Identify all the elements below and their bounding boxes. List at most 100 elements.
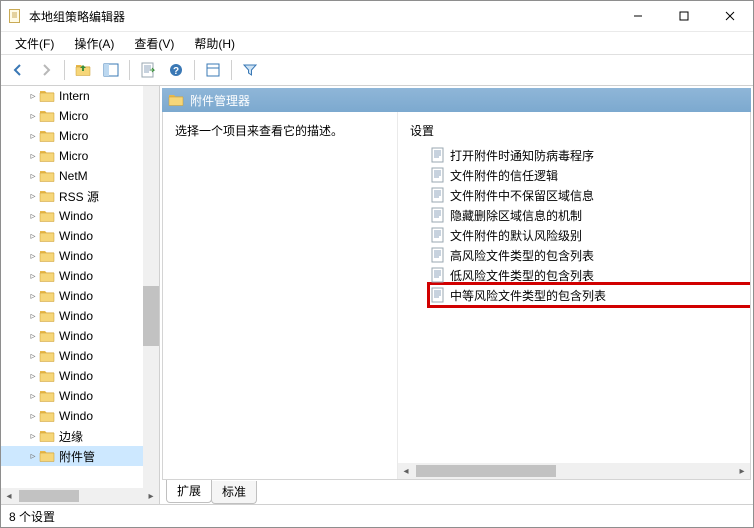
status-bar: 8 个设置 [1, 505, 753, 527]
menu-action[interactable]: 操作(A) [64, 33, 124, 54]
scroll-left-button[interactable]: ◂ [1, 488, 17, 504]
setting-item[interactable]: 文件附件中不保留区域信息 [430, 185, 750, 205]
expand-icon[interactable]: ▹ [27, 231, 39, 242]
settings-column-header[interactable]: 设置 [398, 112, 750, 145]
scroll-left-button[interactable]: ◂ [398, 463, 414, 479]
policy-icon [430, 187, 446, 203]
settings-list: 打开附件时通知防病毒程序文件附件的信任逻辑文件附件中不保留区域信息隐藏删除区域信… [398, 145, 750, 463]
setting-item[interactable]: 文件附件的信任逻辑 [430, 165, 750, 185]
folder-icon [39, 229, 55, 243]
tree-item[interactable]: ▹Windo [1, 246, 143, 266]
tree-item[interactable]: ▹ Windo [1, 326, 143, 346]
setting-item[interactable]: 高风险文件类型的包含列表 [430, 245, 750, 265]
close-button[interactable] [707, 1, 753, 31]
policy-icon [430, 167, 446, 183]
policy-icon [430, 287, 446, 303]
folder-icon [39, 329, 55, 343]
tree-item[interactable]: ▹Windo [1, 346, 143, 366]
folder-icon [39, 449, 55, 463]
expand-icon[interactable]: ▹ [27, 351, 39, 362]
content-top: 附件管理器 选择一个项目来查看它的描述。 设置 打开附件时通知防病毒程序文件附件… [160, 86, 753, 482]
tree-item[interactable]: ▹NetM [1, 166, 143, 186]
scroll-right-button[interactable]: ▸ [143, 488, 159, 504]
nav-back-button[interactable] [5, 57, 31, 83]
setting-item[interactable]: 文件附件的默认风险级别 [430, 225, 750, 245]
export-list-button[interactable] [135, 57, 161, 83]
tree-item-label: Windo [59, 329, 93, 343]
tree-item[interactable]: ▹RSS 源 [1, 186, 143, 206]
tree-item[interactable]: ▹Windo [1, 266, 143, 286]
window-title: 本地组策略编辑器 [29, 8, 125, 25]
tree-vertical-scrollbar[interactable] [143, 86, 159, 488]
tree-item[interactable]: ▹Windo [1, 406, 143, 426]
tree-item-label: Windo [59, 209, 93, 223]
scroll-right-button[interactable]: ▸ [734, 463, 750, 479]
expand-icon[interactable]: ▹ [27, 291, 39, 302]
scrollbar-track[interactable] [414, 463, 734, 479]
settings-horizontal-scrollbar[interactable]: ◂ ▸ [398, 463, 750, 479]
filter-button[interactable] [237, 57, 263, 83]
menu-view[interactable]: 查看(V) [124, 33, 184, 54]
expand-icon[interactable]: ▹ [27, 271, 39, 282]
setting-item[interactable]: 打开附件时通知防病毒程序 [430, 145, 750, 165]
svg-text:?: ? [173, 66, 179, 77]
tree-item[interactable]: ▹附件管 [1, 446, 143, 466]
tree-item[interactable]: ▹Windo [1, 226, 143, 246]
scrollbar-thumb[interactable] [143, 286, 159, 346]
expand-icon[interactable]: ▹ [27, 451, 39, 462]
setting-item-label: 打开附件时通知防病毒程序 [450, 147, 594, 164]
expand-icon[interactable]: ▹ [27, 331, 39, 342]
up-level-button[interactable] [70, 57, 96, 83]
folder-icon [39, 289, 55, 303]
window: 本地组策略编辑器 文件(F) 操作(A) 查看(V) 帮助(H) [0, 0, 754, 528]
expand-icon[interactable]: ▹ [27, 311, 39, 322]
tree-item[interactable]: ▹Windo [1, 386, 143, 406]
expand-icon[interactable]: ▹ [27, 211, 39, 222]
tree-item[interactable]: ▹边缘 [1, 426, 143, 446]
expand-icon[interactable]: ▹ [27, 191, 39, 202]
tree-item[interactable]: ▹Windo [1, 286, 143, 306]
scrollbar-thumb[interactable] [19, 490, 79, 502]
content-pane: 附件管理器 选择一个项目来查看它的描述。 设置 打开附件时通知防病毒程序文件附件… [160, 86, 753, 504]
expand-icon[interactable]: ▹ [27, 371, 39, 382]
tree-item[interactable]: ▹Intern [1, 86, 143, 106]
setting-item-label: 文件附件的信任逻辑 [450, 167, 558, 184]
expand-icon[interactable]: ▹ [27, 251, 39, 262]
tree-horizontal-scrollbar[interactable]: ◂ ▸ [1, 488, 159, 504]
expand-icon[interactable]: ▹ [27, 171, 39, 182]
minimize-button[interactable] [615, 1, 661, 31]
menu-file[interactable]: 文件(F) [5, 33, 64, 54]
expand-icon[interactable]: ▹ [27, 411, 39, 422]
expand-icon[interactable]: ▹ [27, 391, 39, 402]
help-button[interactable]: ? [163, 57, 189, 83]
setting-item-label: 高风险文件类型的包含列表 [450, 247, 594, 264]
tree-item[interactable]: ▹ Windo [1, 206, 143, 226]
tab-extended[interactable]: 扩展 [166, 480, 212, 503]
expand-icon[interactable]: ▹ [27, 131, 39, 142]
tree-item-label: Micro [59, 149, 88, 163]
tree-item[interactable]: ▹Windo [1, 306, 143, 326]
tree-item[interactable]: ▹Micro [1, 126, 143, 146]
expand-icon[interactable]: ▹ [27, 91, 39, 102]
scrollbar-track[interactable] [17, 488, 143, 504]
menu-help[interactable]: 帮助(H) [184, 33, 245, 54]
expand-icon[interactable]: ▹ [27, 111, 39, 122]
scrollbar-thumb[interactable] [416, 465, 556, 477]
setting-item-label: 中等风险文件类型的包含列表 [450, 287, 606, 304]
policy-icon [430, 227, 446, 243]
tab-standard[interactable]: 标准 [211, 481, 257, 504]
show-hide-tree-button[interactable] [98, 57, 124, 83]
setting-item[interactable]: 中等风险文件类型的包含列表 [427, 282, 750, 308]
folder-icon [39, 149, 55, 163]
nav-forward-button[interactable] [33, 57, 59, 83]
properties-button[interactable] [200, 57, 226, 83]
tree-item[interactable]: ▹ Micro [1, 146, 143, 166]
setting-item[interactable]: 隐藏删除区域信息的机制 [430, 205, 750, 225]
expand-icon[interactable]: ▹ [27, 431, 39, 442]
maximize-button[interactable] [661, 1, 707, 31]
tree-item[interactable]: ▹Micro [1, 106, 143, 126]
expand-icon[interactable]: ▹ [27, 151, 39, 162]
tree-pane: ▹Intern▹Micro▹Micro▹Micro▹NetM▹RSS 源▹Win… [1, 86, 160, 504]
panes-icon [103, 62, 119, 78]
tree-item[interactable]: ▹Windo [1, 366, 143, 386]
